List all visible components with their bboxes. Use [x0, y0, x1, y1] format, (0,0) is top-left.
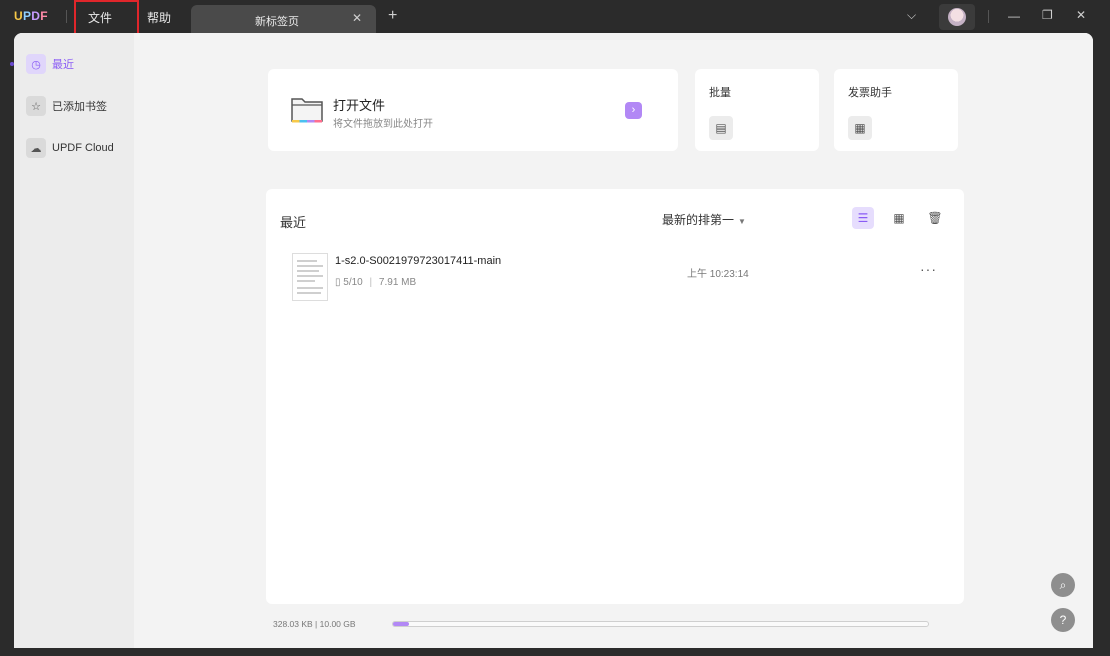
app-window: ◷ 最近 ☆ 已添加书签 ☁ UPDF Cloud 打开文件 将文件拖放到此处打…: [14, 33, 1093, 648]
search-icon[interactable]: ⌕: [1051, 573, 1075, 597]
clock-icon: ◷: [26, 54, 46, 74]
close-window-icon[interactable]: ✕: [1076, 8, 1086, 22]
storage-bar: [392, 621, 929, 627]
file-row[interactable]: 1-s2.0-S0021979723017411-main ▯ 5/10 | 7…: [290, 249, 950, 303]
caret-down-icon: ▼: [738, 217, 746, 226]
more-options-icon[interactable]: ···: [920, 261, 937, 277]
title-bar: UPDF 文件 帮助 新标签页 ✕ + ⌵ — ❐ ✕: [0, 0, 1110, 42]
divider: [988, 10, 989, 23]
minimize-icon[interactable]: —: [1008, 9, 1020, 23]
sidebar: ◷ 最近 ☆ 已添加书签 ☁ UPDF Cloud: [14, 33, 134, 648]
tab-new[interactable]: 新标签页 ✕: [191, 5, 376, 34]
sidebar-item-bookmarks[interactable]: ☆ 已添加书签: [26, 95, 107, 117]
help-icon[interactable]: ?: [1051, 608, 1075, 632]
file-pages: 5/10: [343, 277, 363, 288]
main-content: 打开文件 将文件拖放到此处打开 › 批量 ▤ 发票助手 ▦ 最近 最新的排第一 ▼…: [134, 33, 1093, 648]
recent-files-panel: 最近 最新的排第一 ▼ ☰ ▦ 🗑 1-s2.0-S002197972301741…: [266, 189, 964, 604]
storage-bar-fill: [393, 622, 410, 626]
divider: [66, 10, 67, 23]
file-size: 7.91 MB: [378, 277, 417, 288]
sidebar-item-cloud[interactable]: ☁ UPDF Cloud: [26, 137, 114, 159]
open-file-title: 打开文件: [333, 98, 386, 113]
sidebar-item-label: 最近: [52, 59, 74, 71]
add-tab-icon[interactable]: +: [388, 8, 397, 24]
avatar-image: [948, 8, 966, 26]
sidebar-item-label: 已添加书签: [52, 101, 107, 113]
restore-icon[interactable]: ❐: [1042, 8, 1053, 22]
avatar[interactable]: [939, 4, 975, 30]
sidebar-item-label: UPDF Cloud: [52, 142, 114, 154]
invoice-title: 发票助手: [848, 87, 892, 99]
storage-usage-text: 328.03 KB | 10.00 GB: [273, 619, 356, 629]
open-file-arrow-button[interactable]: ›: [625, 102, 642, 119]
grid-view-icon[interactable]: ▦: [888, 207, 910, 229]
cloud-icon: ☁: [26, 138, 46, 158]
trash-icon[interactable]: 🗑: [924, 207, 946, 229]
sort-dropdown[interactable]: 最新的排第一 ▼: [662, 211, 746, 228]
file-meta: ▯ 5/10 | 7.91 MB: [335, 277, 416, 288]
file-thumbnail: [292, 253, 328, 301]
sidebar-item-recent[interactable]: ◷ 最近: [26, 53, 74, 75]
invoice-assistant-card[interactable]: 发票助手 ▦: [834, 69, 958, 151]
updf-logo: UPDF: [14, 9, 48, 23]
star-icon: ☆: [26, 96, 46, 116]
tab-close-icon[interactable]: ✕: [352, 11, 362, 25]
batch-card[interactable]: 批量 ▤: [695, 69, 819, 151]
folder-icon: [291, 98, 323, 123]
tab-label: 新标签页: [255, 16, 299, 28]
batch-title: 批量: [709, 87, 731, 99]
chevron-down-icon[interactable]: ⌵: [907, 8, 916, 23]
file-name: 1-s2.0-S0021979723017411-main: [335, 255, 502, 267]
file-time: 上午 10:23:14: [687, 269, 749, 280]
recent-title: 最近: [280, 215, 307, 230]
meta-separator: |: [369, 277, 373, 288]
open-file-subtitle: 将文件拖放到此处打开: [333, 119, 433, 130]
open-file-card[interactable]: 打开文件 将文件拖放到此处打开 ›: [268, 69, 678, 151]
list-view-icon[interactable]: ☰: [852, 207, 874, 229]
sort-label: 最新的排第一: [662, 213, 735, 227]
invoice-icon: ▦: [848, 116, 872, 140]
batch-icon: ▤: [709, 116, 733, 140]
menu-help[interactable]: 帮助: [147, 9, 171, 26]
